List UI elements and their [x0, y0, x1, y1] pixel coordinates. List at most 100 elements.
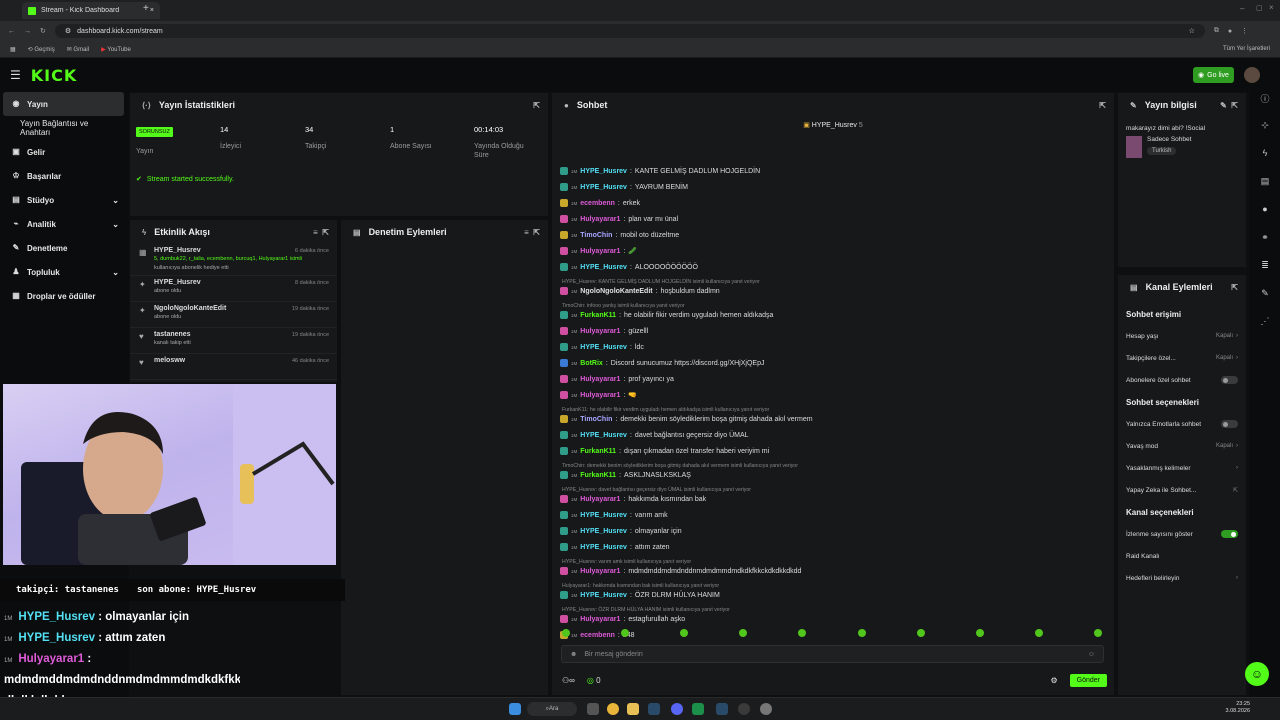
profile-icon[interactable]: ●: [1228, 28, 1232, 35]
users-infinity-icon[interactable]: ⚇∞: [562, 676, 575, 685]
sidebar-item-droplar[interactable]: ▦ Droplar ve ödüller: [0, 284, 127, 308]
points-icon[interactable]: ◎ 0: [587, 676, 601, 685]
slow-mode-setting[interactable]: Yavaş mod Kapalı ›: [1118, 435, 1246, 457]
back-icon[interactable]: ←: [8, 28, 15, 35]
bookmark-star-icon[interactable]: ☆: [1189, 27, 1195, 35]
support-chat-icon[interactable]: ☺: [1245, 662, 1269, 686]
all-bookmarks[interactable]: Tüm Yer İşaretleri: [1223, 46, 1270, 52]
chat-message[interactable]: 1M Hulyayarar1: estagfurullah aşko: [560, 612, 685, 626]
chat-message[interactable]: 1M TimoChin: mobil oto düzeltme: [560, 228, 679, 242]
bookmark-gmail[interactable]: ✉ Gmail: [67, 46, 89, 53]
split-icon[interactable]: ⊹: [1250, 120, 1280, 148]
popout-icon[interactable]: ⇱: [1231, 283, 1238, 292]
windows-start-icon[interactable]: [509, 703, 521, 715]
site-info-icon[interactable]: ⚙: [65, 27, 71, 35]
go-live-button[interactable]: ◉ Go live: [1193, 67, 1234, 83]
goals-setting[interactable]: Hedefleri belirleyin ›: [1118, 567, 1246, 589]
chat-username[interactable]: Hulyayarar1: [580, 496, 620, 503]
chat-username[interactable]: Hulyayarar1: [580, 376, 620, 383]
chat-username[interactable]: Hulyayarar1: [580, 216, 620, 223]
chat-username[interactable]: HYPE_Husrev: [580, 528, 627, 535]
chat-username[interactable]: HYPE_Husrev: [580, 544, 627, 551]
chat-message[interactable]: 1M FurkanK11: he olabilir fikir verdim uyg…: [560, 308, 773, 322]
chat-message[interactable]: 1M FurkanK11: ASKLJNASLKSKLAŞ: [560, 468, 691, 482]
steam-icon[interactable]: [648, 703, 660, 715]
subscribers-only-toggle[interactable]: [1221, 376, 1238, 384]
chat-message[interactable]: 1M HYPE_Husrev: KANTE GELMİŞ DADLUM HOJGEL…: [560, 164, 760, 178]
chat-message[interactable]: 1M HYPE_Husrev: YAVRUM BENİM: [560, 180, 688, 194]
popout-icon[interactable]: ⇱: [1099, 101, 1106, 110]
sidebar-item-yayin[interactable]: ◉ Yayın: [3, 92, 124, 116]
emote-icon[interactable]: [1034, 629, 1043, 637]
hamburger-menu-icon[interactable]: ☰: [10, 68, 21, 82]
chat-message[interactable]: 1M HYPE_Husrev: attım zaten: [560, 540, 670, 554]
chat-username[interactable]: BotRix: [580, 360, 603, 367]
settings-gear-icon[interactable]: ⚙: [1050, 676, 1057, 685]
chat-message[interactable]: 1M Hulyayarar1: mdmdmddmdmdnddnmdmdmmdmdkd…: [560, 564, 801, 578]
sidebar-item-basarilar[interactable]: ♔ Başarılar: [0, 164, 127, 188]
menu-dots-icon[interactable]: ⋮: [1241, 27, 1248, 35]
bookmark-history[interactable]: ⟲ Geçmiş: [28, 46, 55, 53]
chat-message[interactable]: 1M HYPE_Husrev: olmayanlar için: [560, 524, 682, 538]
chat-message[interactable]: 1M Hulyayarar1: 🥒: [560, 244, 637, 258]
emote-icon[interactable]: [916, 629, 925, 637]
popout-icon[interactable]: ⇱: [533, 101, 540, 110]
raid-channel-setting[interactable]: Raid Kanalı: [1118, 545, 1246, 567]
chat-message[interactable]: 1M HYPE_Husrev: varım amk: [560, 508, 668, 522]
chat-username[interactable]: HYPE_Husrev: [580, 264, 627, 271]
steam-icon[interactable]: [716, 703, 728, 715]
filter-icon[interactable]: ≡: [524, 228, 529, 237]
chat-message[interactable]: 1M HYPE_Husrev: ldc: [560, 340, 644, 354]
emote-icon[interactable]: [739, 629, 748, 637]
chat-username[interactable]: HYPE_Husrev: [580, 432, 627, 439]
activity-item[interactable]: ♥ tastanenes 19 dakika önce kanalı takip et…: [130, 328, 337, 354]
chat-message[interactable]: 1M ecembenn: erkek: [560, 196, 640, 210]
kick-logo[interactable]: KICK: [31, 66, 78, 85]
chat-bubble-icon[interactable]: ●: [1250, 204, 1280, 232]
sidebar-item-topluluk[interactable]: ♟ Topluluk ⌄: [0, 260, 127, 284]
document-icon[interactable]: ▤: [1250, 176, 1280, 204]
activity-item[interactable]: ✦ HYPE_Husrev 8 dakika önce abone oldu: [130, 276, 337, 302]
list-icon[interactable]: ≣: [1250, 260, 1280, 288]
chat-username[interactable]: HYPE_Husrev: [580, 592, 627, 599]
emote-only-toggle[interactable]: [1221, 420, 1238, 428]
chat-username[interactable]: NgoloNgoloKanteEdit: [580, 288, 652, 295]
pinned-gift-banner[interactable]: ▣ HYPE_Husrev 5: [552, 121, 1114, 129]
chat-message[interactable]: 1M Hulyayarar1: hakkımda kısmından bak: [560, 492, 706, 506]
activity-item[interactable]: ▦ HYPE_Husrev 6 dakika önce 5, dumbuk22, r_…: [130, 244, 337, 276]
view-count-toggle[interactable]: [1221, 530, 1238, 538]
chat-username[interactable]: HYPE_Husrev: [580, 344, 627, 351]
chat-username[interactable]: Hulyayarar1: [580, 392, 620, 399]
minimize-icon[interactable]: –: [1240, 4, 1244, 13]
close-tab-icon[interactable]: ×: [150, 7, 154, 14]
chat-username[interactable]: FurkanK11: [580, 448, 616, 455]
emote-picker-icon[interactable]: ☺: [1088, 651, 1095, 658]
maximize-icon[interactable]: ▢: [1256, 4, 1263, 12]
url-field[interactable]: ⚙ dashboard.kick.com/stream ☆: [54, 24, 1205, 38]
chat-username[interactable]: Hulyayarar1: [580, 568, 620, 575]
edit-icon[interactable]: ✎: [1220, 101, 1227, 110]
sidebar-item-denetleme[interactable]: ✎ Denetleme: [0, 236, 127, 260]
app-icon[interactable]: [692, 703, 704, 715]
emote-icon[interactable]: [798, 629, 807, 637]
view-count-setting[interactable]: İzlenme sayısını göster: [1118, 523, 1246, 545]
bookmark-youtube[interactable]: ▶ YouTube: [101, 46, 131, 53]
ai-chat-setting[interactable]: Yapay Zeka ile Sohbet... ⇱: [1118, 479, 1246, 501]
chat-username[interactable]: FurkanK11: [580, 312, 616, 319]
chat-message[interactable]: 1M HYPE_Husrev: davet bağlantısı geçersiz …: [560, 428, 749, 442]
popout-icon[interactable]: ⇱: [533, 228, 540, 237]
sidebar-item-studyo[interactable]: ▤ Stüdyo ⌄: [0, 188, 127, 212]
chat-username[interactable]: ecembenn: [580, 200, 615, 207]
chat-message[interactable]: 1M Hulyayarar1: prof yayıncı ya: [560, 372, 674, 386]
taskview-icon[interactable]: [587, 703, 599, 715]
share-icon[interactable]: ⋰: [1250, 316, 1280, 344]
emote-icon[interactable]: [857, 629, 866, 637]
emote-icon[interactable]: [975, 629, 984, 637]
forward-icon[interactable]: →: [24, 28, 31, 35]
sidebar-item-stream-key[interactable]: Yayın Bağlantısı ve Anahtarı: [0, 116, 127, 140]
chat-username[interactable]: Hulyayarar1: [580, 328, 620, 335]
popout-icon[interactable]: ⇱: [1231, 101, 1238, 110]
emote-icon[interactable]: [1093, 629, 1102, 637]
apps-grid-icon[interactable]: ▦: [10, 46, 16, 53]
chat-username[interactable]: Hulyayarar1: [580, 248, 620, 255]
